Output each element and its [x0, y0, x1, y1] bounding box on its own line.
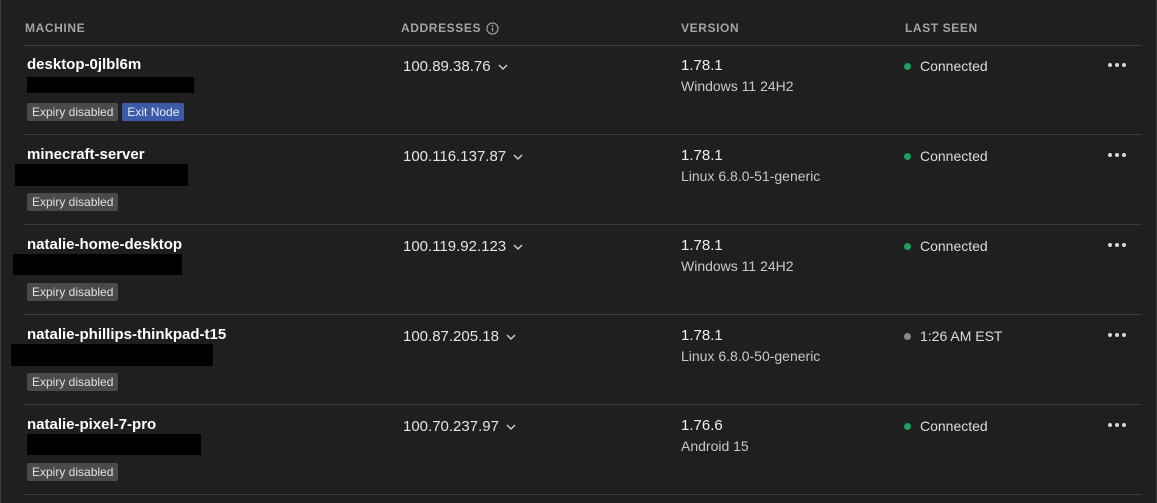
address-dropdown[interactable]: 100.87.205.18 — [403, 328, 517, 345]
client-version: 1.76.6 — [681, 417, 723, 434]
machine-name[interactable]: natalie-pixel-7-pro — [27, 416, 156, 433]
table-row[interactable]: desktop-0jlbl6m Expiry disabled Exit Nod… — [24, 45, 1142, 135]
address-dropdown[interactable]: 100.116.137.87 — [403, 148, 524, 165]
version-column-header: VERSION — [681, 21, 739, 35]
machine-name[interactable]: desktop-0jlbl6m — [27, 56, 141, 73]
redacted-block — [15, 164, 188, 186]
online-status-dot — [904, 242, 911, 250]
machine-name[interactable]: minecraft-server — [27, 146, 145, 163]
redacted-block — [13, 254, 182, 275]
client-version: 1.78.1 — [681, 147, 723, 164]
machine-badges: Expiry disabled Exit Node — [27, 103, 185, 121]
more-horizontal-icon[interactable] — [1104, 327, 1130, 343]
chevron-down-icon — [506, 334, 516, 340]
client-version: 1.78.1 — [681, 57, 723, 74]
expiry-disabled-badge: Expiry disabled — [27, 193, 119, 211]
table-row[interactable]: natalie-pixel-7-pro Expiry disabled 100.… — [24, 405, 1142, 495]
machine-badges: Expiry disabled — [27, 193, 119, 211]
last-seen-text: Connected — [920, 418, 988, 434]
expiry-disabled-badge: Expiry disabled — [27, 463, 119, 481]
last-seen-status: Connected — [904, 238, 988, 254]
os-version: Windows 11 24H2 — [681, 78, 794, 94]
ip-address: 100.116.137.87 — [403, 148, 507, 165]
chevron-down-icon — [506, 424, 516, 430]
chevron-down-icon — [513, 244, 523, 250]
machine-badges: Expiry disabled — [27, 283, 119, 301]
last-seen-text: Connected — [920, 238, 988, 254]
client-version: 1.78.1 — [681, 237, 723, 254]
exit-node-badge: Exit Node — [122, 103, 185, 121]
machine-header-label: MACHINE — [25, 21, 86, 35]
info-icon[interactable] — [486, 21, 499, 35]
expiry-disabled-badge: Expiry disabled — [27, 103, 119, 121]
os-version: Android 15 — [681, 438, 749, 454]
client-version: 1.78.1 — [681, 327, 723, 344]
redacted-block — [11, 344, 213, 366]
ip-address: 100.89.38.76 — [403, 58, 491, 75]
ip-address: 100.87.205.18 — [403, 328, 499, 345]
more-horizontal-icon[interactable] — [1104, 147, 1130, 163]
machine-badges: Expiry disabled — [27, 373, 119, 391]
addresses-header-label: ADDRESSES — [401, 21, 482, 35]
os-version: Linux 6.8.0-51-generic — [681, 168, 821, 184]
last-seen-text: 1:26 AM EST — [920, 328, 1003, 344]
os-version: Windows 11 24H2 — [681, 258, 794, 274]
addresses-column-header: ADDRESSES — [401, 21, 499, 35]
online-status-dot — [904, 62, 911, 70]
machine-badges: Expiry disabled — [27, 463, 119, 481]
redacted-block — [27, 77, 194, 93]
table-row[interactable]: natalie-phillips-thinkpad-t15 Expiry dis… — [11, 315, 1142, 405]
redacted-block — [27, 434, 201, 455]
machine-name[interactable]: natalie-home-desktop — [27, 236, 182, 253]
machine-name[interactable]: natalie-phillips-thinkpad-t15 — [27, 326, 226, 343]
more-horizontal-icon[interactable] — [1104, 57, 1130, 73]
address-dropdown[interactable]: 100.89.38.76 — [403, 58, 509, 75]
expiry-disabled-badge: Expiry disabled — [27, 373, 119, 391]
os-version: Linux 6.8.0-50-generic — [681, 348, 821, 364]
last-seen-status: 1:26 AM EST — [904, 328, 1002, 344]
table-header: MACHINE ADDRESSES VERSION LAST SEEN — [24, 0, 1142, 46]
last-seen-text: Connected — [920, 148, 988, 164]
version-header-label: VERSION — [681, 21, 740, 35]
last-seen-text: Connected — [920, 58, 988, 74]
online-status-dot — [904, 152, 911, 160]
last-seen-column-header: LAST SEEN — [905, 21, 978, 35]
online-status-dot — [904, 422, 911, 430]
more-horizontal-icon[interactable] — [1104, 417, 1130, 433]
offline-status-dot — [904, 332, 911, 340]
last-seen-status: Connected — [904, 418, 988, 434]
table-row[interactable]: minecraft-server Expiry disabled 100.116… — [15, 135, 1142, 225]
address-dropdown[interactable]: 100.70.237.97 — [403, 418, 517, 435]
more-horizontal-icon[interactable] — [1104, 237, 1130, 253]
last-seen-status: Connected — [904, 148, 988, 164]
last-seen-header-label: LAST SEEN — [905, 21, 978, 35]
table-row[interactable]: natalie-home-desktop Expiry disabled 100… — [13, 225, 1142, 315]
chevron-down-icon — [498, 64, 508, 70]
address-dropdown[interactable]: 100.119.92.123 — [403, 238, 524, 255]
machine-column-header: MACHINE — [25, 21, 85, 35]
machines-table: MACHINE ADDRESSES VERSION LAST SEEN desk… — [0, 0, 1157, 503]
expiry-disabled-badge: Expiry disabled — [27, 283, 119, 301]
chevron-down-icon — [513, 154, 523, 160]
ip-address: 100.119.92.123 — [403, 238, 507, 255]
ip-address: 100.70.237.97 — [403, 418, 499, 435]
last-seen-status: Connected — [904, 58, 988, 74]
